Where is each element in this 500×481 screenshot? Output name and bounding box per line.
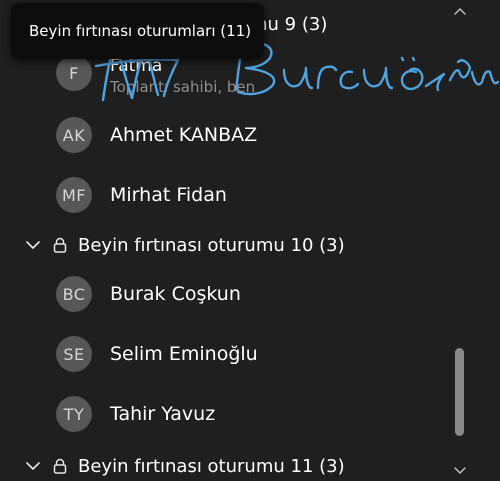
avatar: F <box>56 55 92 91</box>
scroll-up-icon[interactable] <box>451 4 469 20</box>
scroll-down-icon[interactable] <box>451 462 469 478</box>
lock-icon <box>53 237 67 253</box>
avatar: AK <box>56 117 92 153</box>
participant-name: Ahmet KANBAZ <box>110 124 258 146</box>
group-header-session-11[interactable]: Beyin fırtınası oturumu 11 (3) <box>24 452 345 480</box>
avatar: BC <box>56 276 92 312</box>
chevron-down-icon[interactable] <box>24 457 42 475</box>
participant-name: Tahir Yavuz <box>110 403 216 425</box>
breakout-rooms-panel: mu 9 (3) F Fatma Toplantı sahibi, ben AK… <box>0 0 500 481</box>
avatar: SE <box>56 336 92 372</box>
participant-ahmet-kanbaz[interactable]: AK Ahmet KANBAZ <box>56 117 257 153</box>
lock-icon <box>53 458 67 474</box>
participant-name: Fatma <box>110 56 163 76</box>
participant-burak-coskun[interactable]: BC Burak Coşkun <box>56 276 241 312</box>
group-header-session-10[interactable]: Beyin fırtınası oturumu 10 (3) <box>24 231 345 259</box>
participant-name: Mirhat Fidan <box>110 184 227 206</box>
group-title: Beyin fırtınası oturumu 10 (3) <box>78 234 345 256</box>
participant-name: Burak Coşkun <box>110 283 241 305</box>
participant-fatma[interactable]: F Fatma Toplantı sahibi, ben <box>56 55 255 96</box>
avatar: TY <box>56 396 92 432</box>
scrollbar-thumb[interactable] <box>455 348 464 436</box>
avatar: MF <box>56 177 92 213</box>
group-title: Beyin fırtınası oturumu 11 (3) <box>78 455 345 477</box>
participant-name: Selim Eminoğlu <box>110 343 258 365</box>
participant-role: Toplantı sahibi, ben <box>110 78 256 96</box>
participant-tahir-yavuz[interactable]: TY Tahir Yavuz <box>56 396 215 432</box>
participant-selim-eminoglu[interactable]: SE Selim Eminoğlu <box>56 336 258 372</box>
tooltip: Beyin fırtınası oturumları (11) <box>11 3 264 59</box>
chevron-down-icon[interactable] <box>24 236 42 254</box>
participant-mirhat-fidan[interactable]: MF Mirhat Fidan <box>56 177 227 213</box>
